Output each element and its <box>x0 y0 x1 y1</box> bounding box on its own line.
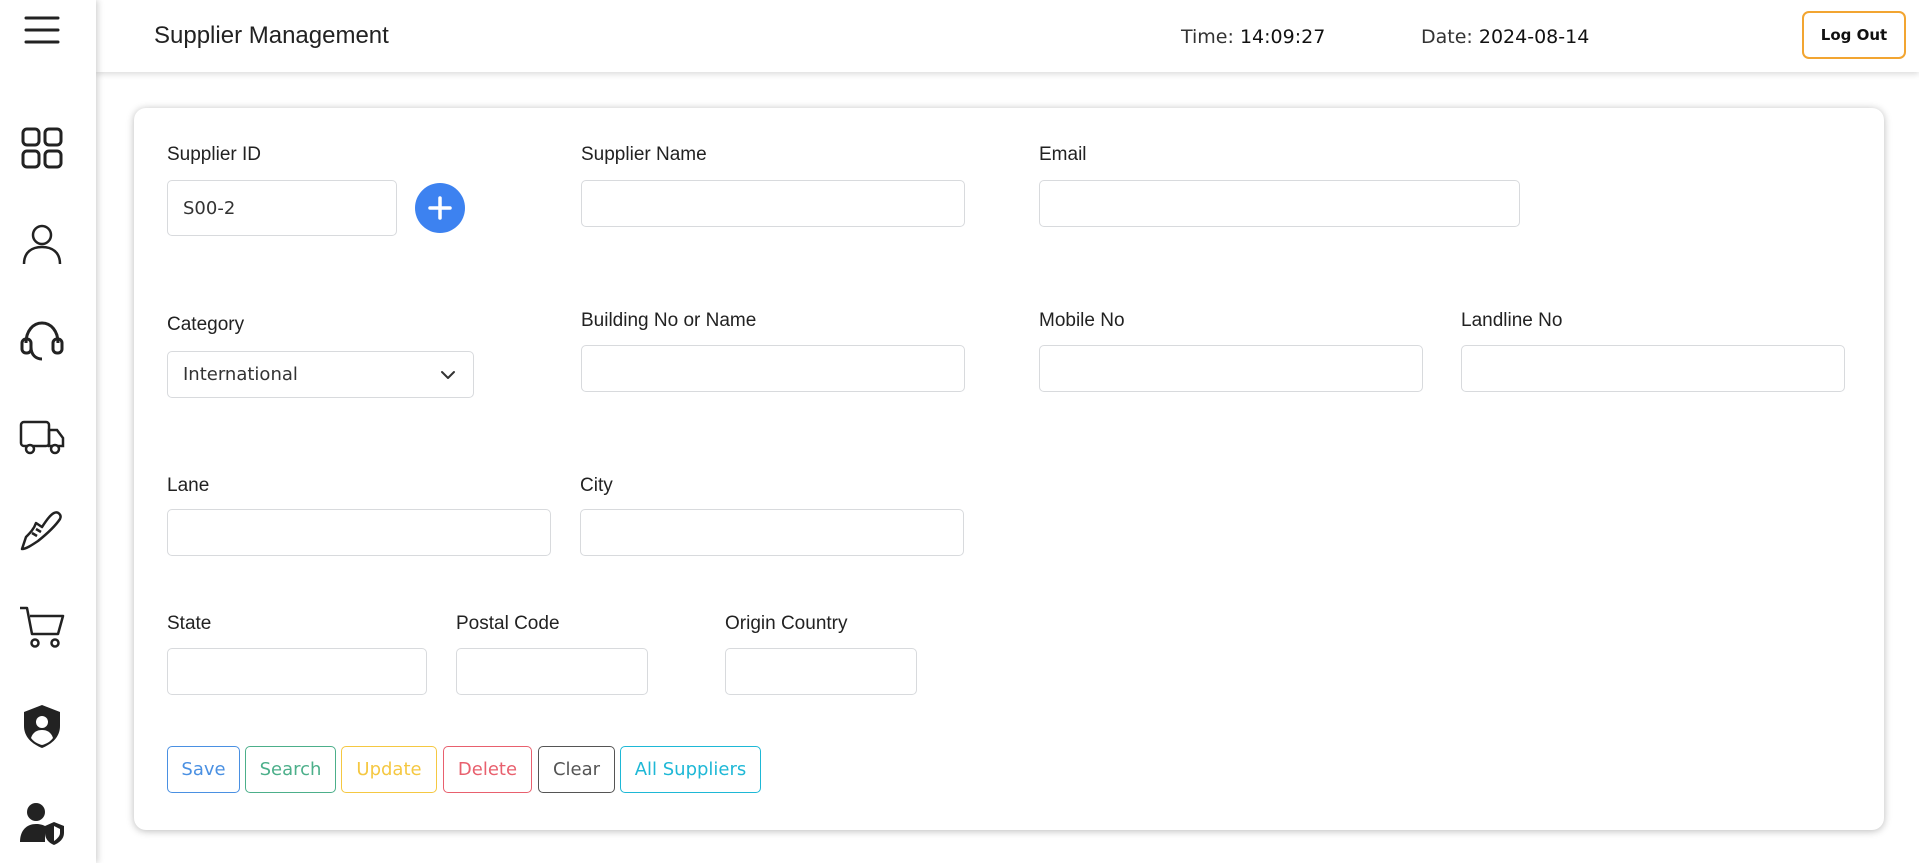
page-title: Supplier Management <box>154 22 389 49</box>
user-shield-icon[interactable] <box>16 796 68 848</box>
date-label: Date: <box>1421 26 1473 48</box>
delete-button[interactable]: Delete <box>443 746 532 793</box>
time-value: 14:09:27 <box>1239 26 1326 48</box>
search-button[interactable]: Search <box>245 746 336 793</box>
postal-code-input[interactable] <box>456 648 648 695</box>
landline-input[interactable] <box>1461 345 1845 392</box>
lane-input[interactable] <box>167 509 551 556</box>
city-input[interactable] <box>580 509 964 556</box>
user-icon[interactable] <box>16 218 68 270</box>
origin-country-input[interactable] <box>725 648 917 695</box>
logout-button[interactable]: Log Out <box>1802 11 1906 59</box>
origin-country-label: Origin Country <box>725 613 848 634</box>
plus-icon <box>428 196 452 220</box>
add-supplier-button[interactable] <box>415 183 465 233</box>
state-label: State <box>167 613 212 634</box>
city-label: City <box>580 475 613 496</box>
category-label: Category <box>167 314 245 335</box>
shield-user-icon[interactable] <box>16 700 68 752</box>
time-label: Time: <box>1181 26 1234 48</box>
state-input[interactable] <box>167 648 427 695</box>
sidebar <box>0 0 96 863</box>
shoe-icon[interactable] <box>16 505 68 557</box>
email-input[interactable] <box>1039 180 1520 227</box>
truck-icon[interactable] <box>16 410 68 462</box>
landline-label: Landline No <box>1461 310 1563 331</box>
date-display: Date: 2024-08-14 <box>1421 26 1589 48</box>
update-button[interactable]: Update <box>341 746 437 793</box>
email-label: Email <box>1039 144 1087 165</box>
category-selected-value: International <box>183 364 298 385</box>
mobile-label: Mobile No <box>1039 310 1125 331</box>
supplier-name-label: Supplier Name <box>581 144 707 165</box>
supplier-form-card: Supplier ID S00-2 Supplier Name Email Ca… <box>134 108 1884 830</box>
headset-icon[interactable] <box>16 315 68 367</box>
cart-icon[interactable] <box>16 600 68 652</box>
clear-button[interactable]: Clear <box>538 746 615 793</box>
save-button[interactable]: Save <box>167 746 240 793</box>
category-select[interactable]: International <box>167 351 474 398</box>
chevron-down-icon <box>441 371 455 379</box>
supplier-id-label: Supplier ID <box>167 144 261 165</box>
mobile-input[interactable] <box>1039 345 1423 392</box>
menu-icon[interactable] <box>16 4 68 56</box>
supplier-id-input[interactable]: S00-2 <box>167 180 397 236</box>
all-suppliers-button[interactable]: All Suppliers <box>620 746 761 793</box>
lane-label: Lane <box>167 475 210 496</box>
dashboard-icon[interactable] <box>16 122 68 174</box>
supplier-name-input[interactable] <box>581 180 965 227</box>
date-value: 2024-08-14 <box>1478 26 1590 48</box>
postal-code-label: Postal Code <box>456 613 560 634</box>
time-display: Time: 14:09:27 <box>1181 26 1325 48</box>
top-header: Supplier Management Time: 14:09:27 Date:… <box>96 0 1919 72</box>
building-label: Building No or Name <box>581 310 757 331</box>
building-input[interactable] <box>581 345 965 392</box>
